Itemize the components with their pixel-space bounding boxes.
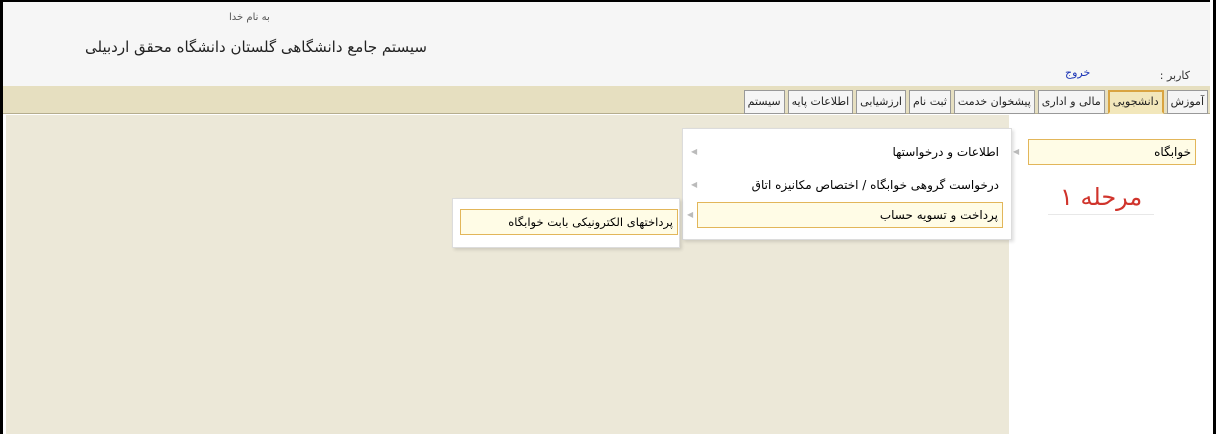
user-label: کاربر :: [1159, 69, 1190, 82]
chevron-left-icon: ◀: [687, 210, 694, 219]
submenu-item-info-requests[interactable]: اطلاعات و درخواستها: [892, 141, 999, 163]
bismillah-text: به نام خدا: [229, 12, 270, 23]
step-underline: [1048, 214, 1154, 215]
tab-system[interactable]: سیستم: [743, 90, 785, 114]
tab-finance-admin[interactable]: مالی و اداری: [1037, 90, 1105, 114]
tab-base-info[interactable]: اطلاعات پایه: [787, 90, 854, 114]
system-title: سیستم جامع دانشگاهی گلستان دانشگاه محقق …: [85, 38, 427, 56]
submenu-item-electronic-payments[interactable]: پرداختهای الکترونیکی بابت خوابگاه: [460, 209, 678, 235]
step-annotation: مرحله ۱: [1060, 183, 1143, 211]
tab-registration[interactable]: ثبت نام: [908, 90, 951, 114]
submenu-item-payment-settlement[interactable]: پرداخت و تسویه حساب: [697, 202, 1003, 228]
chevron-left-icon: ◀: [691, 180, 698, 189]
tab-list: آموزش دانشجویی مالی و اداری پیشخوان خدمت…: [743, 90, 1208, 114]
tab-service-desk[interactable]: پیشخوان خدمت: [953, 90, 1035, 114]
tab-education[interactable]: آموزش: [1166, 90, 1208, 114]
chevron-left-icon: ◀: [691, 147, 698, 156]
submenu-item-group-request[interactable]: درخواست گروهی خوابگاه / اختصاص مکانیزه ا…: [752, 174, 999, 196]
tab-student[interactable]: دانشجویی: [1107, 90, 1164, 114]
tab-evaluation[interactable]: ارزشیابی: [856, 90, 906, 114]
logout-link[interactable]: خروج: [1065, 66, 1090, 79]
menu-item-dormitory[interactable]: خوابگاه: [1028, 139, 1196, 165]
dormitory-submenu: اطلاعات و درخواستها ◀ درخواست گروهی خواب…: [682, 128, 1012, 240]
chevron-left-icon: ◀: [1013, 147, 1020, 156]
header: به نام خدا سیستم جامع دانشگاهی گلستان دا…: [3, 0, 1210, 87]
main-tab-bar: آموزش دانشجویی مالی و اداری پیشخوان خدمت…: [3, 86, 1210, 114]
